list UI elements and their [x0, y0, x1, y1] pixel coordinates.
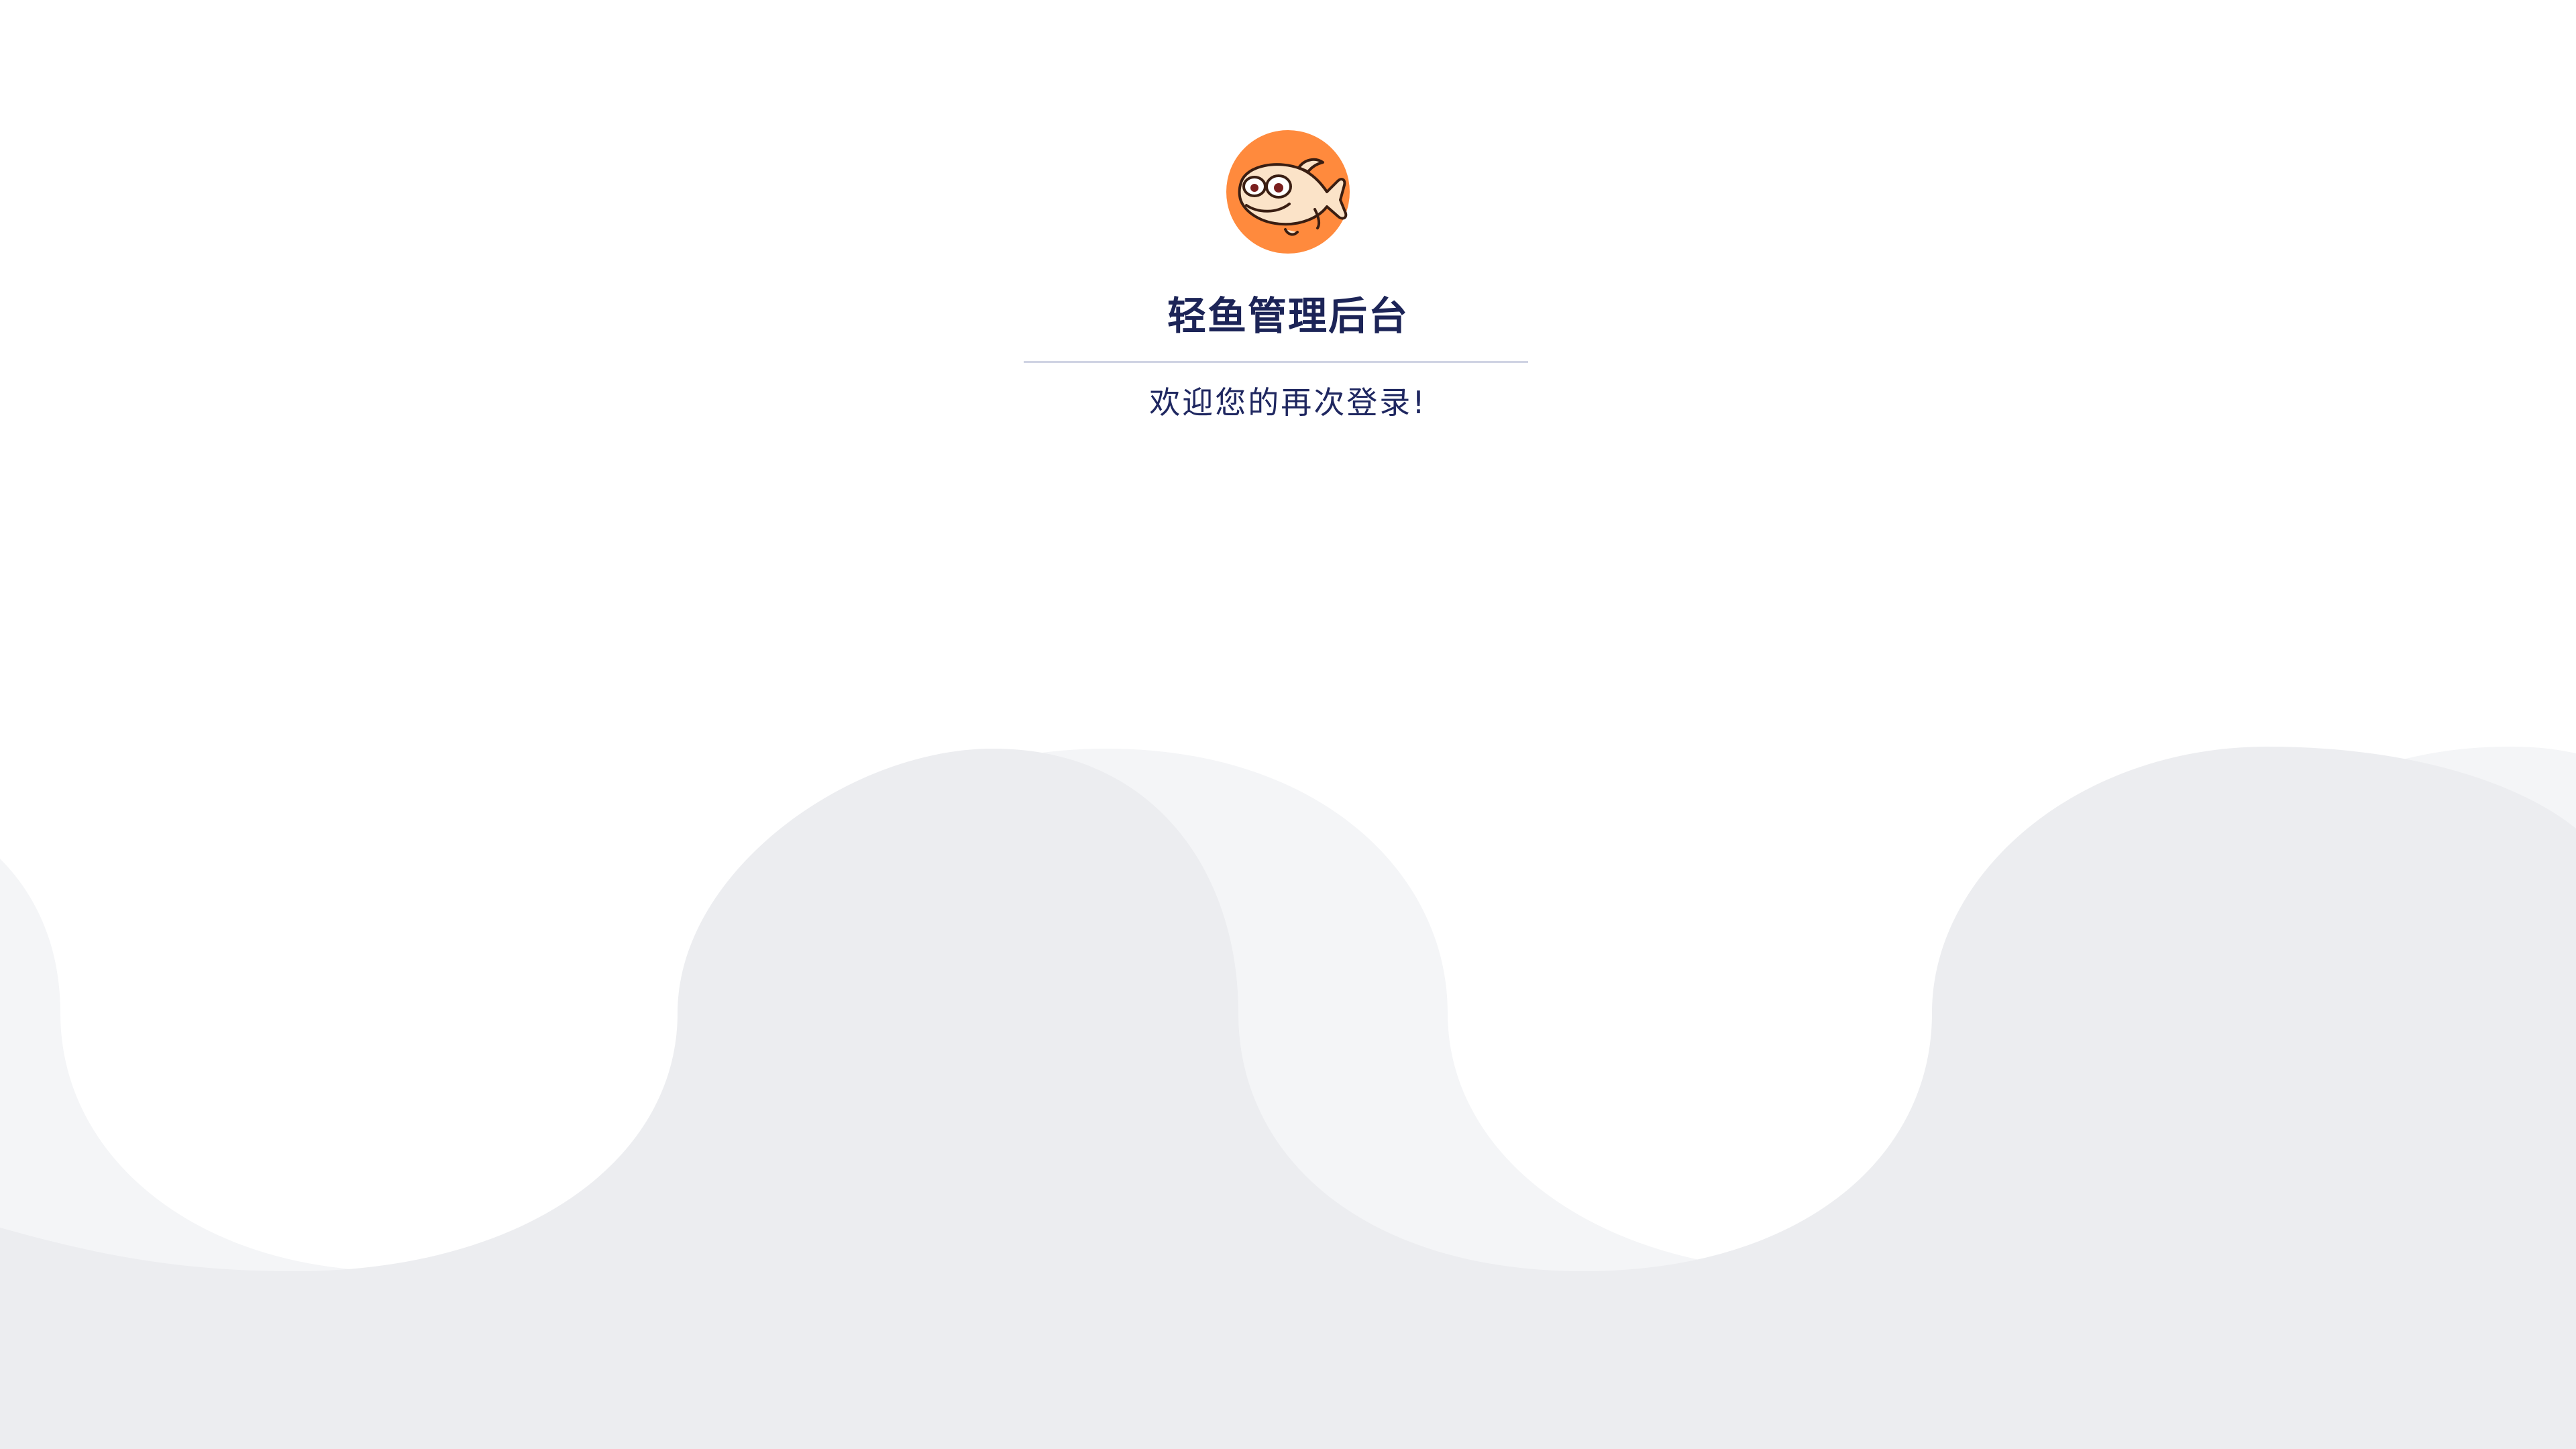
- fish-logo-icon: [1226, 130, 1350, 254]
- login-page: 轻鱼管理后台 欢迎您的再次登录!: [0, 0, 2576, 1449]
- login-header: 轻鱼管理后台 欢迎您的再次登录!: [0, 0, 2576, 470]
- welcome-subtitle: 欢迎您的再次登录!: [1149, 384, 1427, 421]
- app-title: 轻鱼管理后台: [1167, 293, 1409, 339]
- title-divider: [1024, 361, 1528, 363]
